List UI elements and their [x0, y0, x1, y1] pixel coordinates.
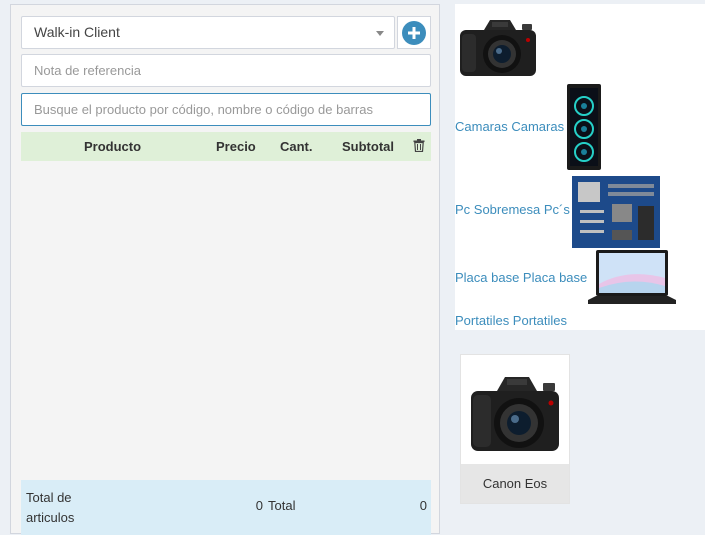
- customer-row: Walk-in Client: [21, 16, 431, 49]
- cart-totals: Total de articulos 0 Total 0: [21, 480, 431, 535]
- category-link-laptops[interactable]: Portatiles Portatiles: [455, 313, 567, 328]
- trash-icon[interactable]: [413, 139, 425, 155]
- column-header-subtotal: Subtotal: [342, 139, 394, 154]
- reference-note-input[interactable]: [21, 54, 431, 87]
- product-card[interactable]: Canon Eos: [460, 354, 570, 504]
- column-header-price: Precio: [216, 139, 256, 154]
- total-amount-value: 0: [419, 498, 427, 513]
- add-customer-button[interactable]: [397, 16, 431, 49]
- chevron-down-icon: [376, 31, 384, 36]
- total-amount-label: Total: [268, 498, 296, 513]
- laptop-icon[interactable]: [588, 248, 676, 313]
- plus-circle-icon: [402, 20, 426, 45]
- column-header-product: Producto: [84, 139, 142, 154]
- product-search-input[interactable]: [21, 93, 431, 126]
- pos-panel: Walk-in Client Producto Precio Cant. Sub…: [10, 4, 440, 535]
- customer-select-value: Walk-in Client: [34, 24, 120, 40]
- category-link-desktops[interactable]: Pc Sobremesa Pc´s: [455, 202, 570, 217]
- motherboard-icon[interactable]: [572, 176, 660, 251]
- column-header-quantity: Cant.: [280, 139, 313, 154]
- category-panel: Camaras Camaras Pc Sobremesa Pc´s Placa …: [455, 4, 705, 330]
- category-link-cameras[interactable]: Camaras Camaras: [455, 119, 564, 134]
- camera-icon: [467, 369, 563, 460]
- cart-table-header: Producto Precio Cant. Subtotal: [21, 132, 431, 161]
- desktop-pc-icon[interactable]: [566, 84, 602, 175]
- customer-select[interactable]: Walk-in Client: [21, 16, 395, 49]
- camera-icon[interactable]: [458, 14, 538, 83]
- product-name: Canon Eos: [461, 464, 569, 503]
- total-items-label: Total de articulos: [26, 490, 75, 525]
- category-link-motherboards[interactable]: Placa base Placa base: [455, 270, 587, 285]
- total-items-value: 0: [255, 498, 263, 513]
